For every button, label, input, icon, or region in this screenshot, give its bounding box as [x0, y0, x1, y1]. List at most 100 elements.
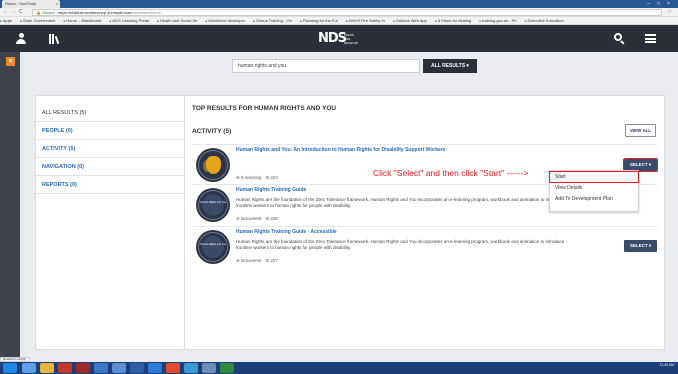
activity-type: Document: [241, 258, 262, 263]
user-icon[interactable]: [16, 33, 26, 44]
minimize-icon[interactable]: –: [647, 0, 650, 8]
bookmark-item[interactable]: NDS Learning Portal: [110, 17, 149, 24]
document-icon: ⊕: [236, 258, 240, 263]
address-bar: ← → C 🔒 Secure | https://ndslearnanddeve…: [0, 8, 678, 17]
bookmark-item[interactable]: Executive Education: [525, 17, 563, 24]
select-button[interactable]: SELECT ▾: [624, 240, 657, 252]
search-icon[interactable]: [614, 33, 625, 45]
app-icon[interactable]: [58, 363, 72, 373]
id-icon: ⊞: [265, 175, 270, 180]
view-all-button[interactable]: VIEW ALL: [625, 124, 656, 137]
bookmark-item[interactable]: 8 Steps for dealing: [435, 17, 471, 24]
activity-id: 227: [270, 258, 278, 263]
filter-activity[interactable]: ACTIVITY (5): [36, 140, 184, 158]
logo-subtext: LEARN AND DEVELOP: [344, 33, 359, 45]
excel-icon[interactable]: [220, 363, 234, 373]
results-main: TOP RESULTS FOR HUMAN RIGHTS AND YOU ACT…: [185, 95, 665, 350]
bookmark-star-icon[interactable]: ☆: [668, 8, 672, 17]
activity-thumbnail[interactable]: [196, 148, 230, 182]
filter-navigation[interactable]: NAVIGATION (0): [36, 158, 184, 176]
start-menu-item[interactable]: Start: [549, 171, 639, 183]
activity-meta: ⊕ Document ⊞ 228: [236, 216, 278, 222]
activity-description: Human Rights are the foundation of the Z…: [236, 197, 565, 208]
reload-icon[interactable]: C: [19, 8, 23, 17]
nds-logo[interactable]: NDS LEARN AND DEVELOP: [318, 31, 360, 46]
activity-type: E-learning: [241, 175, 262, 180]
url-path: /core/dash/home: [131, 10, 161, 15]
lock-icon: 🔒: [36, 10, 41, 15]
bookmark-item[interactable]: Outlook Web App: [393, 17, 427, 24]
instruction-annotation: Click "Select" and then click "Start" --…: [373, 168, 529, 178]
bookmark-item[interactable]: training.gov.au - Pri: [479, 17, 516, 24]
activity-meta: ⊕ Document ⊞ 227: [236, 258, 278, 264]
activity-title-link[interactable]: Human Rights and You: An Introduction to…: [236, 147, 446, 153]
app-icon[interactable]: [184, 363, 198, 373]
activity-meta: ⊕ E-learning ⊞ 224: [236, 175, 278, 181]
system-clock: 11:49 AM: [659, 363, 674, 367]
bookmark-item[interactable]: Planning for the Fut: [300, 17, 338, 24]
activity-description: Human Rights are the foundation of the Z…: [236, 239, 565, 250]
activity-title-link[interactable]: Human Rights Training Guide - Accessible: [236, 229, 337, 235]
activity-thumbnail[interactable]: Human Rights and You: [196, 188, 230, 222]
activity-id: 224: [270, 175, 278, 180]
back-icon[interactable]: ←: [3, 8, 8, 17]
browser-tabbar: Home - SumTotal × – □ ×: [0, 0, 678, 8]
app-icon[interactable]: [94, 363, 108, 373]
url-secure-label: Secure: [42, 10, 55, 15]
view-details-menu-item[interactable]: View Details: [550, 183, 638, 193]
bookmark-item[interactable]: Workforce developm: [205, 17, 245, 24]
bookmarks-bar: Apps State Government Home – Blackboard …: [0, 17, 678, 25]
hamburger-menu-icon[interactable]: [645, 34, 656, 43]
outlook-icon[interactable]: [130, 363, 144, 373]
tab-title: Home - SumTotal: [5, 1, 36, 6]
select-dropdown-menu: Start View Details Add To Development Pl…: [549, 170, 639, 212]
filter-reports[interactable]: REPORTS (0): [36, 176, 184, 194]
tab-close-icon[interactable]: ×: [56, 0, 58, 8]
filter-all-results[interactable]: ALL RESULTS (5): [36, 104, 184, 122]
bookmark-item[interactable]: DHHS Fire Safety In: [346, 17, 385, 24]
id-icon: ⊞: [265, 216, 270, 221]
bookmark-item[interactable]: State Government: [20, 17, 55, 24]
app-icon[interactable]: [76, 363, 90, 373]
browser-tab[interactable]: Home - SumTotal ×: [2, 0, 60, 8]
screen: Home - SumTotal × – □ × ← → C 🔒 Secure |…: [0, 0, 678, 374]
search-input[interactable]: human rights and you: [232, 59, 420, 73]
library-icon[interactable]: [49, 34, 60, 45]
page-title: TOP RESULTS FOR HUMAN RIGHTS AND YOU: [192, 105, 337, 112]
document-icon: ⊕: [236, 216, 240, 221]
chrome-icon[interactable]: [166, 363, 180, 373]
thumbnail-text: Human Rights and You: [200, 201, 226, 204]
id-icon: ⊞: [265, 258, 270, 263]
add-to-development-plan-menu-item[interactable]: Add To Development Plan: [550, 194, 638, 204]
ie-icon[interactable]: [22, 363, 36, 373]
close-panel-button[interactable]: ×: [6, 57, 15, 66]
results-filter-sidebar: ALL RESULTS (5) PEOPLE (0) ACTIVITY (5) …: [35, 95, 185, 350]
activity-id: 228: [270, 216, 278, 221]
section-title: ACTIVITY (5): [192, 128, 232, 135]
bookmark-item[interactable]: Home – Blackboard: [63, 17, 101, 24]
left-rail: ×: [0, 52, 20, 357]
search-row: human rights and you ALL RESULTS ▾: [20, 52, 678, 80]
results-scope-dropdown[interactable]: ALL RESULTS ▾: [423, 59, 477, 73]
bookmark-item[interactable]: Health and Social Se: [157, 17, 197, 24]
maximize-icon[interactable]: □: [657, 0, 660, 8]
app-header: NDS LEARN AND DEVELOP: [0, 25, 678, 52]
forward-icon[interactable]: →: [11, 8, 16, 17]
activity-thumbnail[interactable]: Human Rights and You: [196, 230, 230, 264]
word-icon[interactable]: [148, 363, 162, 373]
activity-title-link[interactable]: Human Rights Training Guide: [236, 187, 306, 193]
app-icon[interactable]: [112, 363, 126, 373]
logo-text: NDS: [318, 31, 347, 46]
start-icon[interactable]: [3, 363, 17, 373]
app-icon[interactable]: [202, 363, 216, 373]
bookmark-item[interactable]: Apps: [0, 17, 12, 24]
windows-taskbar: 11:49 AM: [0, 362, 678, 374]
url-field[interactable]: 🔒 Secure | https://ndslearnanddevelop.su…: [32, 9, 662, 16]
thumbnail-text: Human Rights and You: [200, 243, 226, 246]
elearning-icon: ⊕: [236, 175, 240, 180]
bookmark-item[interactable]: Onbus Training - On: [253, 17, 292, 24]
window-close-icon[interactable]: ×: [667, 0, 670, 8]
filter-people[interactable]: PEOPLE (0): [36, 122, 184, 140]
file-explorer-icon[interactable]: [40, 363, 54, 373]
activity-card: Human Rights and You Human Rights Traini…: [192, 226, 657, 266]
